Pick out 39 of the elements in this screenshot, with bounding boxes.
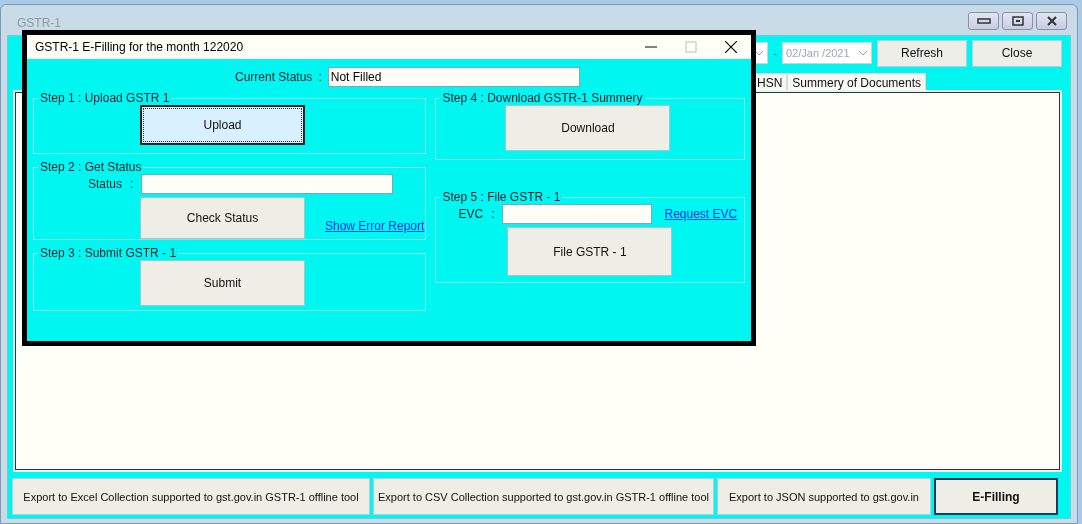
group-legend: Step 4 : Download GSTR-1 Summery: [440, 91, 645, 105]
close-icon: [1044, 16, 1059, 26]
restore-button[interactable]: [1002, 12, 1033, 30]
export-button[interactable]: Export to JSON supported to gst.gov.in: [717, 478, 931, 515]
window-title: GSTR-1: [17, 15, 61, 30]
tab[interactable]: Summery of Documents: [787, 73, 927, 91]
field-label: EVC: [458, 207, 484, 221]
group-legend: Step 3 : Submit GSTR - 1: [38, 246, 179, 260]
evc-field[interactable]: [502, 204, 653, 224]
error-report-link[interactable]: Show Error Report: [325, 219, 425, 233]
field-label: Status: [88, 177, 123, 191]
step-button[interactable]: Upload: [140, 105, 305, 145]
close-icon[interactable]: [725, 41, 737, 53]
step-button[interactable]: Download: [505, 105, 671, 151]
export-button[interactable]: Export to CSV Collection supported to gst.gov.in GSTR-1 offline tool: [373, 478, 714, 515]
status-field[interactable]: [141, 174, 394, 194]
export-button[interactable]: Export to Excel Collection supported to gst.gov.in GSTR-1 offline tool: [12, 478, 370, 515]
date-text: 02/Jan /2021: [786, 47, 850, 59]
export-button[interactable]: E-Filling: [934, 478, 1058, 515]
close-button[interactable]: [1036, 12, 1067, 30]
step-button[interactable]: Submit: [140, 260, 305, 306]
minimize-button[interactable]: [968, 12, 999, 30]
toolbar-button[interactable]: Close: [972, 39, 1062, 67]
minimize-icon: [976, 17, 991, 25]
group-legend: Step 1 : Upload GSTR 1: [38, 91, 172, 105]
step-button[interactable]: File GSTR - 1: [507, 227, 673, 276]
colon: :: [130, 177, 134, 191]
dialog-title: GSTR-1 E-Filling for the month 122020: [35, 40, 244, 54]
colon: :: [318, 70, 322, 84]
request-evc-link[interactable]: Request EVC: [664, 207, 738, 221]
colon: :: [491, 207, 495, 221]
step-button[interactable]: Check Status: [140, 197, 305, 239]
date-separator: -: [773, 47, 777, 59]
restore-icon: [1010, 16, 1025, 26]
status-label: Current Status: [235, 70, 313, 84]
toolbar-button[interactable]: Refresh: [877, 39, 967, 67]
current-status-field[interactable]: Not Filled: [327, 67, 580, 87]
group-legend: Step 2 : Get Status: [38, 160, 144, 174]
group-legend: Step 5 : File GSTR - 1: [440, 190, 563, 204]
